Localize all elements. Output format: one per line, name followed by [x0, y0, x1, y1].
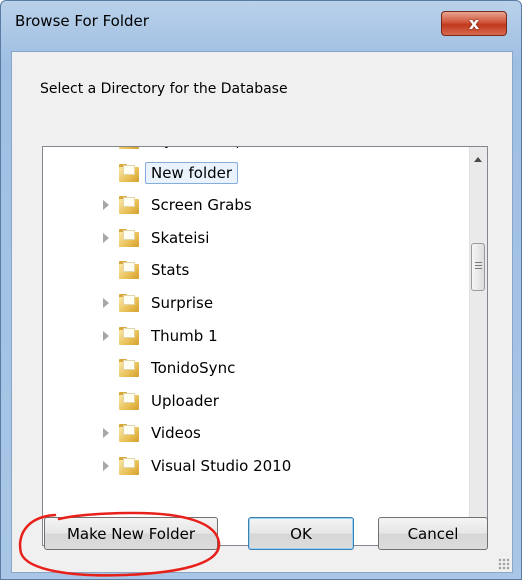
tree-item[interactable]: Uploader	[43, 386, 463, 416]
tree-item-label: New folder	[145, 161, 239, 184]
folder-icon	[119, 424, 139, 443]
tree-item[interactable]: TonidoSync	[43, 353, 463, 383]
folder-icon	[119, 163, 139, 182]
close-button[interactable]: x	[441, 11, 507, 36]
tree-item[interactable]: Stats	[43, 255, 463, 285]
tree-item[interactable]: MySQL Scripts	[43, 147, 463, 155]
expand-arrow-icon[interactable]	[103, 232, 109, 243]
folder-icon	[119, 228, 139, 247]
tree-item[interactable]: Surprise	[43, 288, 463, 318]
dialog-client-area: Select a Directory for the Database MySQ…	[11, 51, 513, 573]
folder-tree[interactable]: MySQL Scripts New folder Screen Grabs Skate…	[42, 146, 488, 546]
tree-item[interactable]: Visual Studio 2010	[43, 451, 463, 481]
folder-icon	[119, 359, 139, 378]
tree-item-label: MySQL Scripts	[151, 147, 259, 149]
title-bar[interactable]: Browse For Folder x	[1, 1, 521, 43]
dialog-prompt: Select a Directory for the Database	[40, 81, 288, 97]
folder-icon	[119, 261, 139, 280]
tree-item-label: Visual Studio 2010	[151, 457, 292, 475]
ok-button[interactable]: OK	[248, 517, 354, 550]
tree-item-label: Skateisi	[151, 228, 210, 247]
folder-icon	[119, 326, 139, 345]
folder-icon	[119, 391, 139, 410]
tree-item-label: Stats	[151, 261, 190, 280]
expand-arrow-icon[interactable]	[103, 298, 109, 308]
folder-icon	[119, 196, 139, 215]
expand-arrow-icon[interactable]	[103, 330, 109, 341]
tree-item-label: Thumb 1	[151, 326, 218, 345]
close-icon: x	[468, 14, 480, 33]
expand-arrow-icon[interactable]	[103, 461, 109, 471]
expand-arrow-icon[interactable]	[103, 428, 109, 439]
tree-item[interactable]: Thumb 1	[43, 321, 463, 351]
tree-item[interactable]: Skateisi	[43, 223, 463, 253]
grip-icon	[475, 262, 482, 271]
vertical-scrollbar[interactable]	[469, 147, 487, 545]
scroll-up-arrow-icon[interactable]	[474, 157, 482, 162]
browse-for-folder-dialog: Browse For Folder x Select a Directory f…	[0, 0, 522, 580]
window-title: Browse For Folder	[15, 12, 149, 30]
red-circle-annotation	[18, 511, 221, 577]
tree-item-label: Screen Grabs	[151, 196, 252, 215]
scrollbar-thumb[interactable]	[471, 243, 485, 291]
tree-item-label: Uploader	[151, 391, 219, 410]
tree-item[interactable]: Videos	[43, 418, 463, 448]
folder-icon	[119, 147, 139, 149]
cancel-button[interactable]: Cancel	[378, 517, 488, 550]
expand-arrow-icon[interactable]	[103, 200, 109, 211]
tree-item[interactable]: New folder	[43, 158, 463, 188]
folder-icon	[119, 294, 139, 312]
tree-item-label: Surprise	[151, 294, 214, 312]
tree-item-label: Videos	[151, 424, 201, 443]
tree-item-label: TonidoSync	[151, 359, 236, 378]
tree-item[interactable]: Screen Grabs	[43, 190, 463, 220]
folder-icon	[119, 457, 139, 475]
resize-grip[interactable]	[498, 558, 510, 570]
